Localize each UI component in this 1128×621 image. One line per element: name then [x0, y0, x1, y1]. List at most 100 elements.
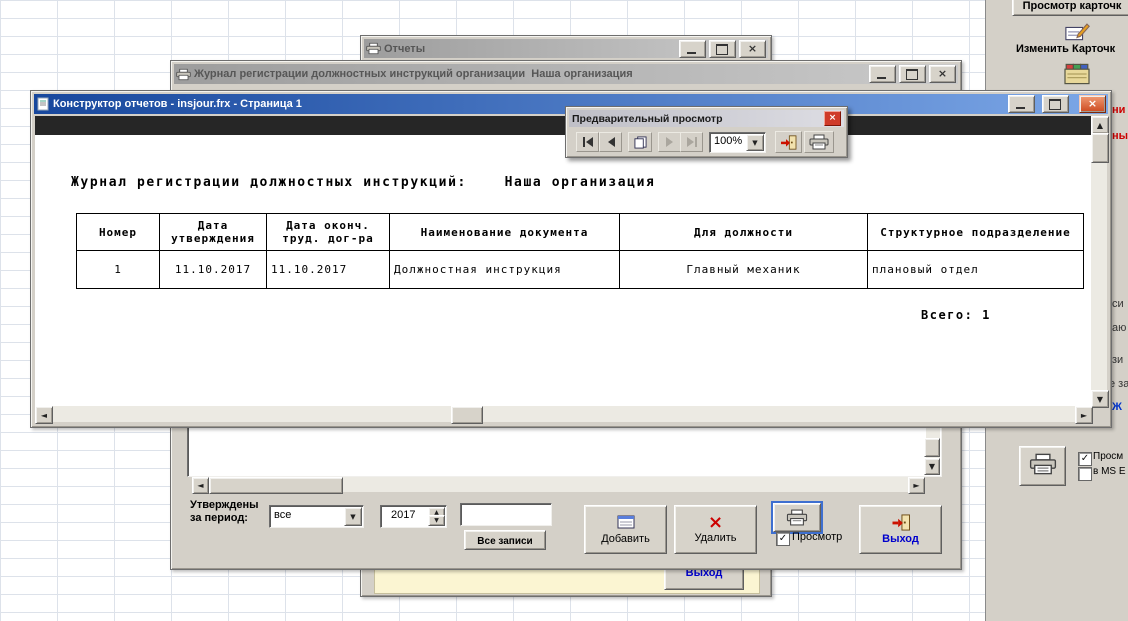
add-button[interactable]: Добавить	[584, 505, 667, 554]
preview-toolbar-titlebar[interactable]: Предварительный просмотр ×	[569, 110, 844, 127]
chevron-down-icon: ▼	[929, 462, 935, 471]
minimize-button[interactable]	[869, 65, 896, 83]
report-hscroll-thumb[interactable]	[451, 406, 483, 424]
spinner-down-button[interactable]: ▼	[428, 515, 445, 526]
minimize-button[interactable]	[679, 40, 706, 58]
column-header: Дата оконч. труд. дог-ра	[267, 214, 390, 251]
maximize-icon	[716, 44, 728, 55]
all-records-label: Все записи	[477, 536, 532, 547]
maximize-icon	[906, 69, 918, 80]
journal-exit-button[interactable]: Выход	[859, 505, 942, 554]
panel-text-fragment: ны	[1112, 130, 1128, 142]
print-button[interactable]	[1019, 446, 1066, 486]
all-records-button[interactable]: Все записи	[464, 530, 546, 550]
chevron-left-icon: ◄	[41, 411, 47, 420]
preview-checkbox-label: Просм	[1093, 451, 1123, 462]
filter-input[interactable]	[460, 503, 552, 526]
scroll-left-button[interactable]: ◄	[192, 477, 209, 494]
preview-checkbox-label: Просмотр	[792, 531, 842, 543]
reports-window-title: Отчеты	[384, 43, 676, 55]
table-cell: 1	[77, 251, 160, 289]
view-card-button[interactable]: Просмотр карточк	[1012, 0, 1128, 16]
column-header: Наименование документа	[390, 214, 620, 251]
preview-checkbox[interactable]: ✓	[1078, 452, 1092, 466]
report-heading: Журнал регистрации должностных инструкци…	[71, 175, 655, 190]
close-button[interactable]: ×	[739, 40, 766, 58]
preview-margin-strip	[35, 116, 1091, 135]
chevron-left-icon: ◄	[197, 481, 203, 490]
maximize-button[interactable]	[899, 65, 926, 83]
last-page-icon	[686, 137, 698, 147]
delete-button-label: Удалить	[695, 532, 737, 544]
panel-text-fragment: Ж	[1112, 401, 1122, 413]
first-page-button[interactable]	[576, 132, 599, 152]
minimize-button[interactable]	[1008, 95, 1035, 113]
panel-text-fragment: аю	[1112, 322, 1126, 334]
close-icon[interactable]: ×	[824, 111, 841, 126]
period-combobox[interactable]: все ▼	[269, 505, 364, 528]
report-horizontal-scrollbar[interactable]	[35, 406, 1091, 422]
chevron-down-icon: ▼	[350, 513, 355, 521]
period-label: Утверждены за период:	[190, 499, 258, 525]
table-cell: плановый отдел	[868, 251, 1084, 289]
close-button[interactable]: ×	[1079, 95, 1106, 113]
pages-icon	[633, 136, 648, 149]
table-cell: 11.10.2017	[267, 251, 390, 289]
report-table-header-row: Номер Дата утверждения Дата оконч. труд.…	[77, 214, 1084, 251]
report-table-row: 1 11.10.2017 11.10.2017 Должностная инст…	[77, 251, 1084, 289]
print-button[interactable]	[804, 131, 834, 153]
close-icon: ×	[740, 41, 765, 57]
combobox-dropdown-button[interactable]: ▼	[746, 134, 764, 151]
delete-x-icon: ×	[708, 515, 723, 531]
year-value: 2017	[391, 509, 415, 521]
card-index-icon[interactable]	[1062, 62, 1092, 91]
delete-button[interactable]: × Удалить	[674, 505, 757, 554]
last-page-button[interactable]	[680, 132, 703, 152]
journal-window-titlebar[interactable]: Журнал регистрации должностных инструкци…	[174, 64, 958, 84]
year-spinner[interactable]: 2017 ▲ ▼	[380, 505, 447, 528]
add-button-label: Добавить	[601, 533, 650, 545]
printer-icon	[809, 134, 829, 150]
printer-icon	[176, 68, 191, 81]
scroll-down-button[interactable]: ▼	[924, 458, 940, 475]
printer-icon	[1029, 453, 1057, 480]
excel-checkbox[interactable]	[1078, 467, 1092, 481]
desktop: Просмотр карточк Изменить Карточк ни ны …	[0, 0, 1128, 621]
edit-card-button[interactable]: Изменить Карточк	[1016, 43, 1115, 55]
combobox-dropdown-button[interactable]: ▼	[344, 507, 362, 526]
chevron-up-icon: ▲	[1097, 121, 1103, 130]
list-hscroll-thumb[interactable]	[209, 477, 343, 494]
chevron-down-icon: ▼	[434, 517, 439, 524]
panel-text-fragment: си	[1112, 298, 1124, 310]
scroll-down-button[interactable]: ▼	[1091, 390, 1109, 408]
chevron-down-icon: ▼	[1097, 395, 1103, 404]
maximize-button[interactable]	[1042, 95, 1069, 113]
zoom-value: 100%	[714, 135, 742, 147]
preview-toolbar-window: Предварительный просмотр ×	[565, 106, 848, 158]
next-page-button[interactable]	[658, 132, 681, 152]
chevron-right-icon: ►	[913, 481, 919, 490]
scroll-right-button[interactable]: ►	[1075, 406, 1093, 424]
period-value: все	[274, 509, 291, 521]
goto-page-button[interactable]	[628, 132, 652, 152]
panel-text-fragment: ни	[1112, 104, 1125, 116]
zoom-combobox[interactable]: 100% ▼	[709, 132, 766, 153]
report-vscroll-thumb[interactable]	[1091, 133, 1109, 163]
column-header: Структурное подразделение	[868, 214, 1084, 251]
close-icon: ×	[1080, 96, 1105, 112]
reports-window-titlebar[interactable]: Отчеты ×	[364, 39, 768, 58]
report-window-title: Конструктор отчетов - insjour.frx - Стра…	[53, 98, 1005, 110]
scroll-right-button[interactable]: ►	[908, 477, 925, 494]
maximize-icon	[1049, 99, 1061, 110]
preview-print-button[interactable]	[773, 503, 821, 532]
maximize-button[interactable]	[709, 40, 736, 58]
list-scroll-thumb[interactable]	[924, 438, 940, 457]
chevron-down-icon: ▼	[752, 139, 757, 147]
close-button[interactable]: ×	[929, 65, 956, 83]
previous-page-button[interactable]	[599, 132, 622, 152]
report-page-icon	[36, 97, 50, 111]
close-preview-button[interactable]	[775, 131, 802, 153]
preview-checkbox[interactable]: ✓	[776, 532, 790, 546]
scroll-up-button[interactable]: ▲	[1091, 116, 1109, 134]
scroll-left-button[interactable]: ◄	[35, 406, 53, 424]
